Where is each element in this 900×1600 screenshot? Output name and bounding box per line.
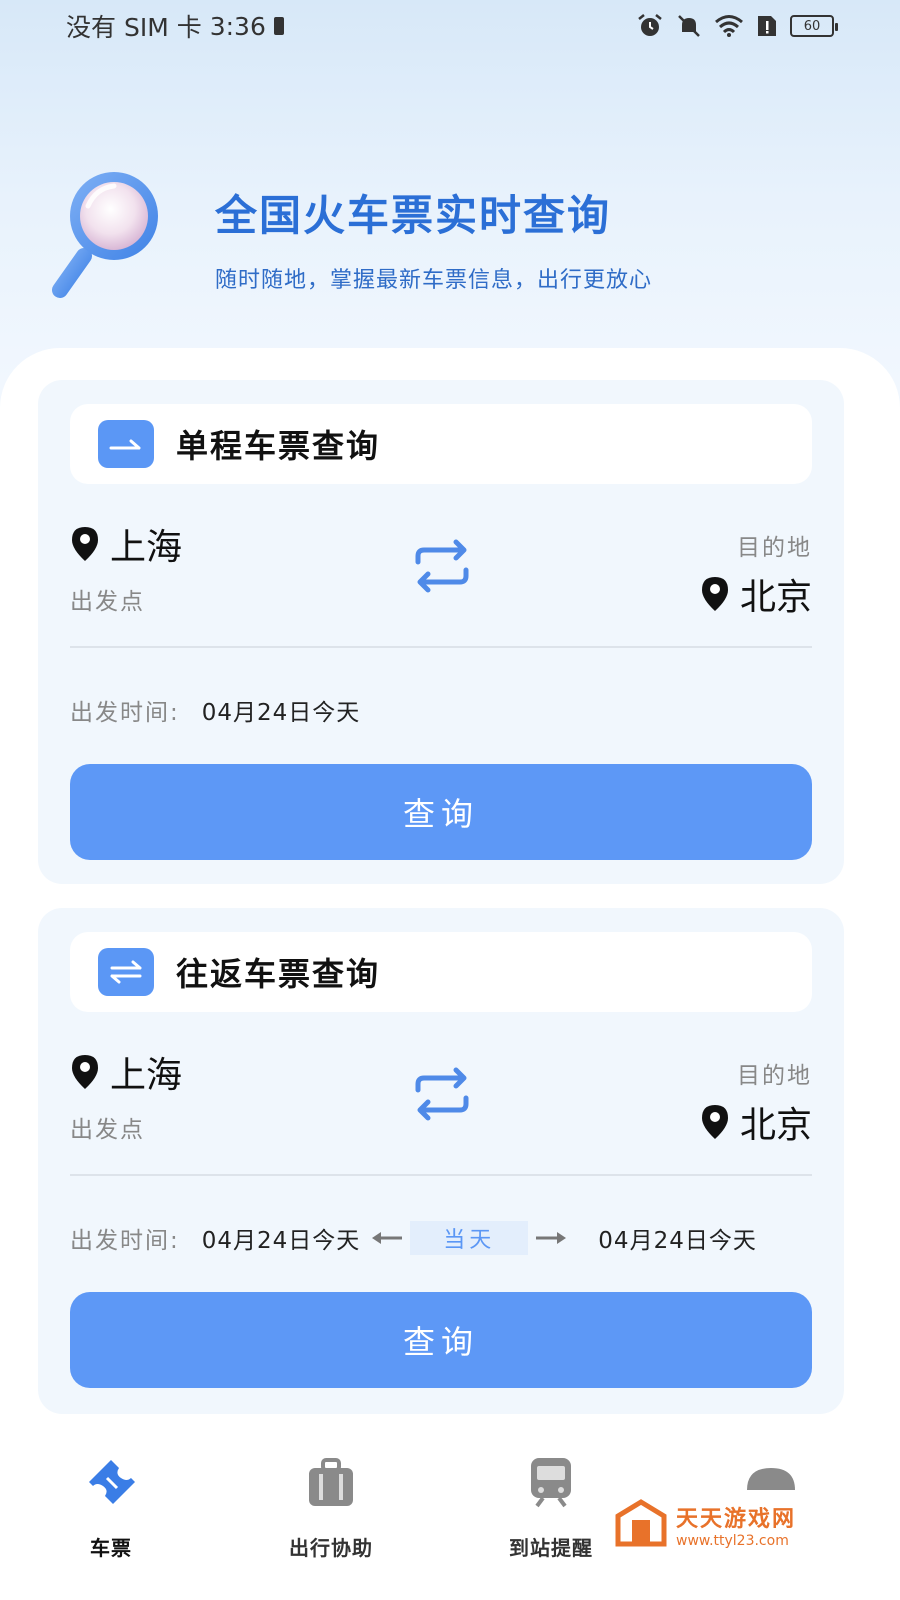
- luggage-icon: [309, 1458, 353, 1506]
- site-watermark: 天天游戏网 www.ttyl23.com: [614, 1495, 844, 1555]
- nav-item-travel-assist[interactable]: 出行协助: [256, 1452, 406, 1561]
- depart-date[interactable]: 04月24日今天: [202, 1221, 361, 1255]
- one-way-icon: [98, 420, 154, 468]
- destination-picker[interactable]: 目的地 北京: [700, 1056, 812, 1148]
- departure-city[interactable]: 上海: [70, 518, 182, 570]
- magnifier-icon: [52, 172, 158, 298]
- destination-city[interactable]: 北京: [700, 568, 812, 620]
- location-pin-icon: [72, 1055, 98, 1089]
- divider: [70, 1174, 812, 1176]
- nav-label: 到站提醒: [509, 1536, 593, 1560]
- departure-city-name: 上海: [110, 527, 183, 568]
- round-trip-card: 往返车票查询 上海 出发点 目的地 北京 出发时间: 04月24日今天 当天 0…: [38, 908, 844, 1414]
- same-day-indicator: 当天: [370, 1221, 568, 1255]
- return-date[interactable]: 04月24日今天: [598, 1221, 757, 1255]
- nav-item-tickets[interactable]: 车票: [36, 1452, 186, 1561]
- location-pin-icon: [701, 577, 728, 611]
- carrier-text: 没有 SIM 卡: [66, 13, 202, 42]
- mute-bell-icon: [678, 15, 700, 37]
- arrow-left-icon: [372, 1232, 403, 1244]
- round-trip-location-row: 上海 出发点 目的地 北京: [70, 1046, 812, 1146]
- clock: 3:36: [209, 11, 266, 41]
- battery-level: 60: [803, 18, 821, 34]
- sim-alert-icon: [758, 16, 776, 36]
- alarm-icon: [638, 14, 662, 36]
- destination-label: 目的地: [737, 1063, 812, 1089]
- location-pin-icon: [72, 527, 98, 561]
- divider: [70, 646, 812, 648]
- one-way-time-row: 出发时间: 04月24日今天: [70, 690, 812, 730]
- departure-city[interactable]: 上海: [70, 1046, 182, 1098]
- nav-item-arrival-reminder[interactable]: 到站提醒: [476, 1452, 626, 1561]
- swap-cities-button[interactable]: [410, 538, 474, 594]
- hero-subtitle: 随时随地，掌握最新车票信息，出行更放心: [215, 268, 653, 293]
- wifi-icon: [715, 15, 743, 37]
- departure-date[interactable]: 04月24日今天: [202, 693, 361, 727]
- departure-picker[interactable]: 上海 出发点: [70, 518, 182, 616]
- one-way-query-button[interactable]: 查询: [70, 764, 812, 860]
- round-trip-query-button[interactable]: 查询: [70, 1292, 812, 1388]
- destination-label: 目的地: [737, 535, 812, 561]
- round-trip-title: 往返车票查询: [176, 955, 381, 993]
- battery-saver-icon: [273, 17, 284, 35]
- departure-label: 出发点: [70, 1117, 145, 1143]
- main-sheet: 单程车票查询 上海 出发点 目的地 北京 出发时间: 04月24日今天 查询 往…: [0, 348, 900, 1600]
- hero-title: 全国火车票实时查询: [215, 191, 612, 240]
- status-right: 60: [636, 13, 838, 39]
- swap-cities-button[interactable]: [410, 1066, 474, 1122]
- battery-icon: 60: [790, 15, 838, 37]
- watermark-logo-icon: [615, 1499, 667, 1547]
- watermark-url: www.ttyl23.com: [676, 1533, 789, 1549]
- same-day-pill: 当天: [410, 1221, 529, 1255]
- location-pin-icon: [701, 1105, 728, 1139]
- round-trip-time-row: 出发时间: 04月24日今天 当天 04月24日今天: [70, 1218, 812, 1258]
- departure-time-label: 出发时间:: [70, 700, 180, 726]
- watermark-text: 天天游戏网 www.ttyl23.com: [676, 1501, 796, 1549]
- destination-picker[interactable]: 目的地 北京: [700, 528, 812, 620]
- status-bar: 没有 SIM 卡 3:36 60: [0, 0, 900, 52]
- departure-city-name: 上海: [110, 1055, 183, 1096]
- departure-time-label: 出发时间:: [70, 1228, 180, 1254]
- round-trip-header: 往返车票查询: [70, 932, 812, 1012]
- one-way-title: 单程车票查询: [176, 427, 381, 465]
- watermark-title: 天天游戏网: [676, 1507, 797, 1532]
- nav-label: 出行协助: [289, 1536, 373, 1560]
- destination-city-name: 北京: [739, 577, 812, 618]
- destination-city[interactable]: 北京: [700, 1096, 812, 1148]
- one-way-location-row: 上海 出发点 目的地 北京: [70, 518, 812, 618]
- ticket-icon: [89, 1460, 135, 1504]
- departure-picker[interactable]: 上海 出发点: [70, 1046, 182, 1144]
- arrow-right-icon: [536, 1232, 567, 1244]
- train-icon: [531, 1458, 571, 1508]
- one-way-header: 单程车票查询: [70, 404, 812, 484]
- destination-city-name: 北京: [739, 1105, 812, 1146]
- nav-label: 车票: [90, 1536, 132, 1560]
- round-trip-icon: [98, 948, 154, 996]
- departure-label: 出发点: [70, 589, 145, 615]
- one-way-card: 单程车票查询 上海 出发点 目的地 北京 出发时间: 04月24日今天 查询: [38, 380, 844, 884]
- status-left: 没有 SIM 卡 3:36: [66, 8, 284, 44]
